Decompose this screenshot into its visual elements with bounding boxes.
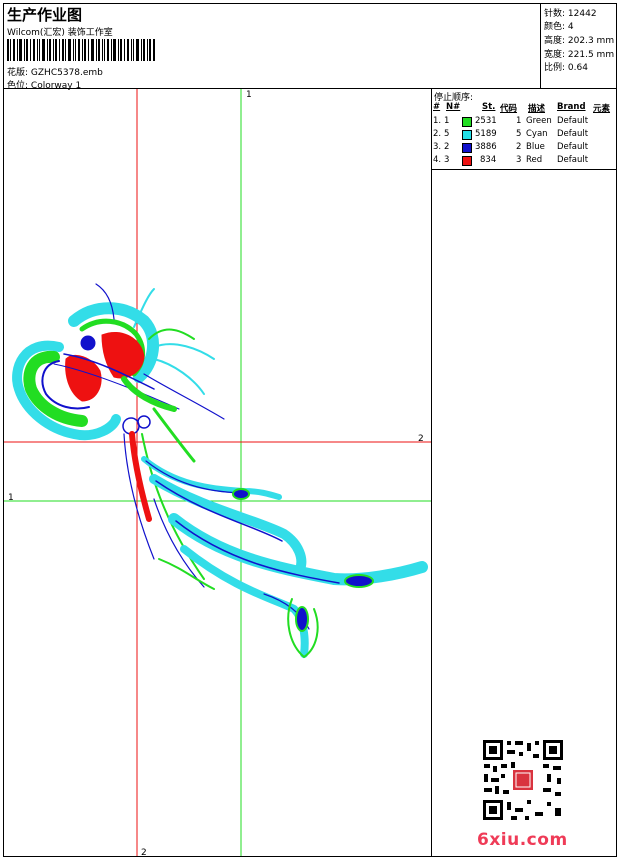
col-stitches: St. — [482, 102, 496, 112]
stop-sequence-panel: 停止顺序: # N# St. 代码 描述 Brand 元素 1. 1 2531 … — [432, 89, 616, 170]
design-width: 宽度: 221.5 mm — [544, 50, 615, 60]
header: 生产作业图 Wilcom(汇宏) 装饰工作室 花版: GZHC5378.emb … — [4, 4, 540, 91]
stop-row: 1. 1 2531 1 Green Default — [433, 116, 589, 127]
file-name: GZHC5378.emb — [30, 68, 103, 78]
phoenix-embroidery — [12, 283, 428, 659]
watermark-text: 6xiu.com — [477, 830, 568, 850]
col-element: 元素 — [593, 104, 611, 114]
col-index: # — [433, 102, 441, 112]
red-v-guide-label: 2 — [141, 848, 147, 856]
stop-row: 3. 2 3886 2 Blue Default — [433, 142, 589, 153]
barcode-image — [7, 39, 155, 61]
green-v-guide-label: 1 — [246, 90, 252, 100]
color-swatch — [462, 156, 472, 166]
panel-divider — [431, 88, 432, 856]
page-title: 生产作业图 — [7, 6, 83, 24]
red-h-guide-label: 2 — [418, 434, 424, 444]
file-label: 花版: — [7, 68, 29, 78]
col-needle: N# — [446, 102, 461, 112]
qr-code-image — [481, 738, 565, 822]
embroidery-design-canvas: 1 1 2 2 — [4, 89, 431, 856]
stop-row: 4. 3 834 3 Red Default — [433, 155, 589, 166]
green-h-guide-label: 1 — [8, 493, 14, 503]
col-code: 代码 — [500, 104, 518, 114]
design-height: 高度: 202.3 mm — [544, 36, 615, 46]
color-count: 颜色: 4 — [544, 22, 574, 32]
company-name: Wilcom(汇宏) 装饰工作室 — [7, 28, 113, 38]
stop-row: 2. 5 5189 5 Cyan Default — [433, 129, 589, 140]
color-swatch — [462, 130, 472, 140]
design-scale: 比例: 0.64 — [544, 63, 588, 73]
col-brand: Brand — [557, 102, 586, 112]
file-line: 花版: GZHC5378.emb — [7, 65, 103, 78]
design-metrics: 针数: 12442 颜色: 4 高度: 202.3 mm 宽度: 221.5 m… — [540, 4, 617, 88]
stitch-count: 针数: 12442 — [544, 9, 597, 19]
color-swatch — [462, 143, 472, 153]
color-swatch — [462, 117, 472, 127]
col-description: 描述 — [528, 104, 546, 114]
